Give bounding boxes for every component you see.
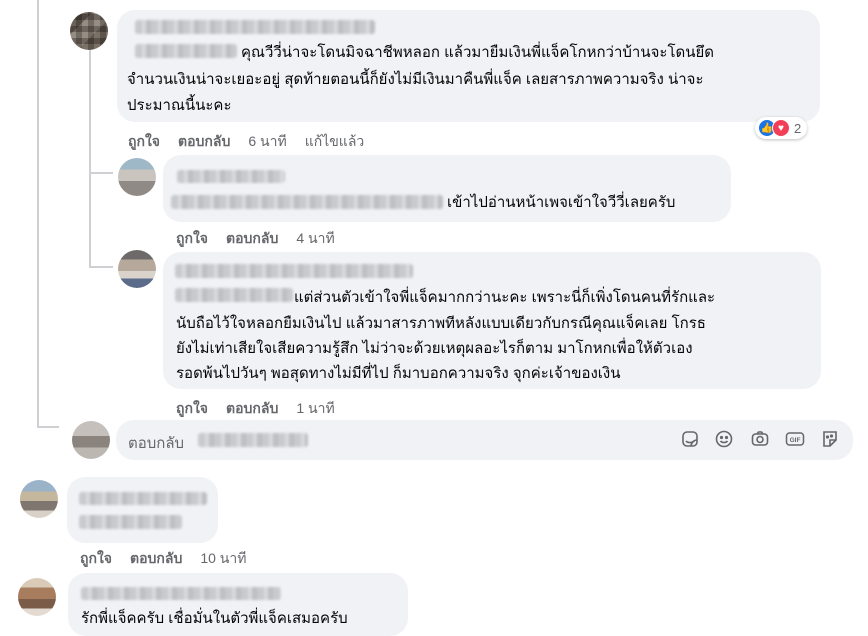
comment-text-line: แต่ส่วนตัวเข้าใจพี่แจ็คมากกว่านะคะ เพราะ… <box>294 289 716 306</box>
svg-text:GIF: GIF <box>790 437 801 444</box>
commenter-name[interactable] <box>81 587 281 600</box>
avatar[interactable] <box>18 578 56 616</box>
comment-actions: ถูกใจ ตอบกลับ 4 นาที <box>176 228 353 250</box>
timestamp[interactable]: 10 นาที <box>200 550 246 566</box>
reaction-summary[interactable]: 👍 ♥ 2 <box>755 117 808 139</box>
mention-tag <box>198 433 308 447</box>
reply-input[interactable]: ตอบกลับ GIF <box>116 420 853 460</box>
comment-text-line: จำนวนเงินน่าจะเยอะอยู่ สุดท้ายตอนนี้ก็ยั… <box>127 71 704 88</box>
reply-button[interactable]: ตอบกลับ <box>226 400 278 416</box>
comment-bubble <box>67 477 218 543</box>
commenter-name[interactable] <box>177 170 285 183</box>
edited-label: แก้ไขแล้ว <box>304 133 365 149</box>
comment-bubble: รักพี่แจ็คครับ เชื่อมั่นในตัวพี่แจ็คเสมอ… <box>68 573 408 636</box>
thread-line-main-foot <box>37 426 59 428</box>
reply-placeholder: ตอบกลับ <box>128 435 185 452</box>
sticker-icon[interactable] <box>680 429 700 449</box>
comment-text-line: รอดพ้นไปวันๆ พอสุดทางไม่มีที่ไป ก็มาบอกค… <box>176 365 621 382</box>
commenter-name[interactable] <box>79 492 207 505</box>
thread-line-sub-branch-2 <box>89 266 113 268</box>
thread-line-sub-branch-1 <box>89 172 113 174</box>
commenter-name[interactable] <box>175 264 413 278</box>
commenter-name-tag <box>171 195 443 209</box>
timestamp[interactable]: 6 นาที <box>248 133 286 149</box>
commenter-name-tag <box>135 44 237 58</box>
avatar-sticker-icon[interactable] <box>820 429 840 449</box>
like-button[interactable]: ถูกใจ <box>176 230 208 246</box>
comment-text-line: นับถือไว้ใจหลอกยืมเงินไป แล้วมาสารภาพทีห… <box>176 315 706 332</box>
timestamp[interactable]: 4 นาที <box>296 230 334 246</box>
avatar[interactable] <box>118 158 156 196</box>
avatar[interactable] <box>70 12 108 50</box>
commenter-name[interactable] <box>135 20 375 34</box>
love-reaction-icon: ♥ <box>772 119 790 137</box>
comment-text-blurred <box>79 515 182 529</box>
current-user-avatar[interactable] <box>72 421 110 459</box>
comment-text-line: เข้าไปอ่านหน้าเพจเข้าใจวีวี่เลยครับ <box>447 194 676 211</box>
reply-button[interactable]: ตอบกลับ <box>178 133 230 149</box>
comment-text-line: ยังไม่เท่าเสียใจเสียความรู้สึก ไม่ว่าจะด… <box>176 340 693 357</box>
avatar[interactable] <box>20 480 58 518</box>
comment-text-line: ประมาณนี้นะคะ <box>127 97 232 114</box>
reaction-count: 2 <box>794 120 802 136</box>
comment-actions: ถูกใจ ตอบกลับ 6 นาที แก้ไขแล้ว <box>128 131 364 153</box>
comment-bubble: คุณวีวี่น่าจะโดนมิจฉาชีพหลอก แล้วมายืมเง… <box>117 10 820 122</box>
like-button[interactable]: ถูกใจ <box>176 400 208 416</box>
thread-line-sub <box>89 45 91 267</box>
comment-actions: ถูกใจ ตอบกลับ 10 นาที <box>80 548 264 570</box>
like-button[interactable]: ถูกใจ <box>128 133 160 149</box>
thread-line-main <box>37 0 39 428</box>
gif-icon[interactable]: GIF <box>785 429 805 449</box>
emoji-icon[interactable] <box>714 429 734 449</box>
timestamp[interactable]: 1 นาที <box>296 400 334 416</box>
comment-bubble: แต่ส่วนตัวเข้าใจพี่แจ็คมากกว่านะคะ เพราะ… <box>163 252 821 389</box>
avatar[interactable] <box>118 250 156 288</box>
comment-text-line: คุณวีวี่น่าจะโดนมิจฉาชีพหลอก แล้วมายืมเง… <box>241 44 715 61</box>
reply-button[interactable]: ตอบกลับ <box>226 230 278 246</box>
comment-bubble: เข้าไปอ่านหน้าเพจเข้าใจวีวี่เลยครับ <box>163 155 731 222</box>
comment-text-line: รักพี่แจ็คครับ เชื่อมั่นในตัวพี่แจ็คเสมอ… <box>81 610 348 627</box>
like-button[interactable]: ถูกใจ <box>80 550 112 566</box>
comment-actions: ถูกใจ ตอบกลับ 1 นาที <box>176 398 353 420</box>
reply-button[interactable]: ตอบกลับ <box>130 550 182 566</box>
commenter-name-tag <box>175 288 293 302</box>
camera-icon[interactable] <box>750 429 770 449</box>
